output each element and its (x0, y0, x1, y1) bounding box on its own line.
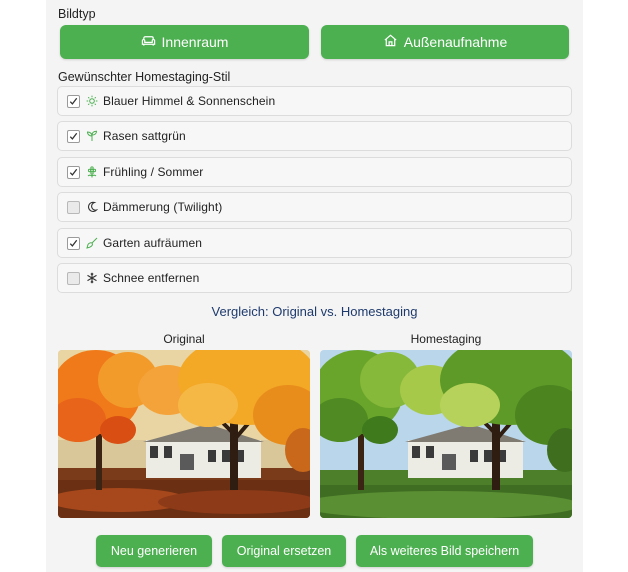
house-icon (383, 33, 398, 51)
checkbox-checked[interactable] (67, 165, 80, 179)
option-label: Schnee entfernen (103, 271, 200, 285)
innenraum-button[interactable]: Innenraum (60, 25, 309, 59)
option-rasen-sattgruen[interactable]: Rasen sattgrün (57, 121, 572, 151)
option-label: Rasen sattgrün (103, 129, 186, 143)
flower-icon (86, 166, 98, 178)
checkbox-checked[interactable] (67, 129, 80, 143)
regenerate-button[interactable]: Neu generieren (96, 535, 212, 567)
checkbox-checked[interactable] (67, 236, 80, 250)
original-caption: Original (163, 332, 205, 346)
option-blauer-himmel[interactable]: Blauer Himmel & Sonnenschein (57, 86, 572, 116)
checkbox-unchecked[interactable] (67, 271, 80, 285)
option-garten-aufraeumen[interactable]: Garten aufräumen (57, 228, 572, 258)
comparison-title: Vergleich: Original vs. Homestaging (211, 304, 418, 319)
aussenaufnahme-label: Außenaufnahme (403, 34, 508, 50)
moon-icon (86, 201, 98, 213)
bildtyp-label: Bildtyp (58, 7, 96, 21)
aussenaufnahme-button[interactable]: Außenaufnahme (321, 25, 569, 59)
sofa-icon (141, 33, 156, 51)
option-label: Blauer Himmel & Sonnenschein (103, 94, 276, 108)
broom-icon (86, 237, 98, 249)
sprout-icon (86, 130, 98, 142)
homestaging-image (320, 350, 572, 518)
original-image (58, 350, 310, 518)
save-as-new-image-button[interactable]: Als weiteres Bild speichern (356, 535, 533, 567)
sun-icon (86, 95, 98, 107)
option-schnee-entfernen[interactable]: Schnee entfernen (57, 263, 572, 293)
replace-original-button[interactable]: Original ersetzen (222, 535, 346, 567)
homestaging-caption: Homestaging (410, 332, 482, 346)
option-label: Dämmerung (Twilight) (103, 200, 223, 214)
checkbox-unchecked[interactable] (67, 200, 80, 214)
option-label: Frühling / Sommer (103, 165, 204, 179)
option-fruehling-sommer[interactable]: Frühling / Sommer (57, 157, 572, 187)
checkbox-checked[interactable] (67, 94, 80, 108)
option-daemmerung[interactable]: Dämmerung (Twilight) (57, 192, 572, 222)
innenraum-label: Innenraum (161, 34, 229, 50)
snowflake-icon (86, 272, 98, 284)
stil-label: Gewünschter Homestaging-Stil (58, 70, 231, 84)
option-label: Garten aufräumen (103, 236, 202, 250)
